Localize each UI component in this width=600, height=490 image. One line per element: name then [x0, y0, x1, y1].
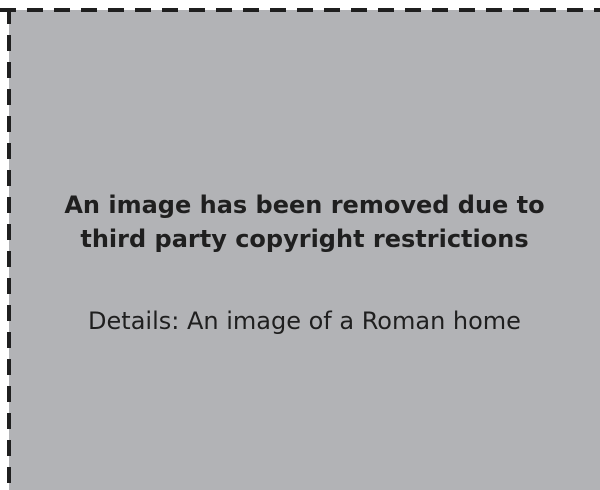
removed-notice-details: Details: An image of a Roman home	[88, 307, 521, 335]
removed-notice-title: An image has been removed due to third p…	[64, 191, 545, 253]
removed-image-placeholder: An image has been removed due to third p…	[0, 0, 600, 490]
notice-text: An image has been removed due to third p…	[9, 10, 600, 490]
